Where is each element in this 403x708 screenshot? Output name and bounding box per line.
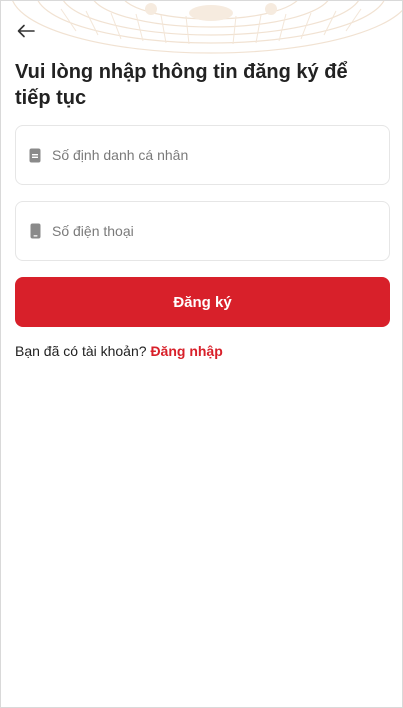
- page-title: Vui lòng nhập thông tin đăng ký để tiếp …: [15, 61, 348, 109]
- login-prompt-text: Bạn đã có tài khoản?: [15, 343, 147, 359]
- phone-field[interactable]: [15, 201, 390, 261]
- register-screen: Vui lòng nhập thông tin đăng ký để tiếp …: [0, 0, 403, 708]
- id-number-field[interactable]: [15, 125, 390, 185]
- login-link[interactable]: Đăng nhập: [150, 343, 222, 359]
- register-button[interactable]: Đăng ký: [15, 277, 390, 327]
- arrow-left-icon: [17, 24, 35, 38]
- id-number-input[interactable]: [52, 147, 352, 163]
- login-prompt: Bạn đã có tài khoản? Đăng nhập: [15, 343, 223, 359]
- phone-icon: [28, 223, 42, 239]
- phone-input[interactable]: [52, 223, 352, 239]
- back-button[interactable]: [13, 18, 39, 44]
- id-card-icon: [28, 147, 42, 163]
